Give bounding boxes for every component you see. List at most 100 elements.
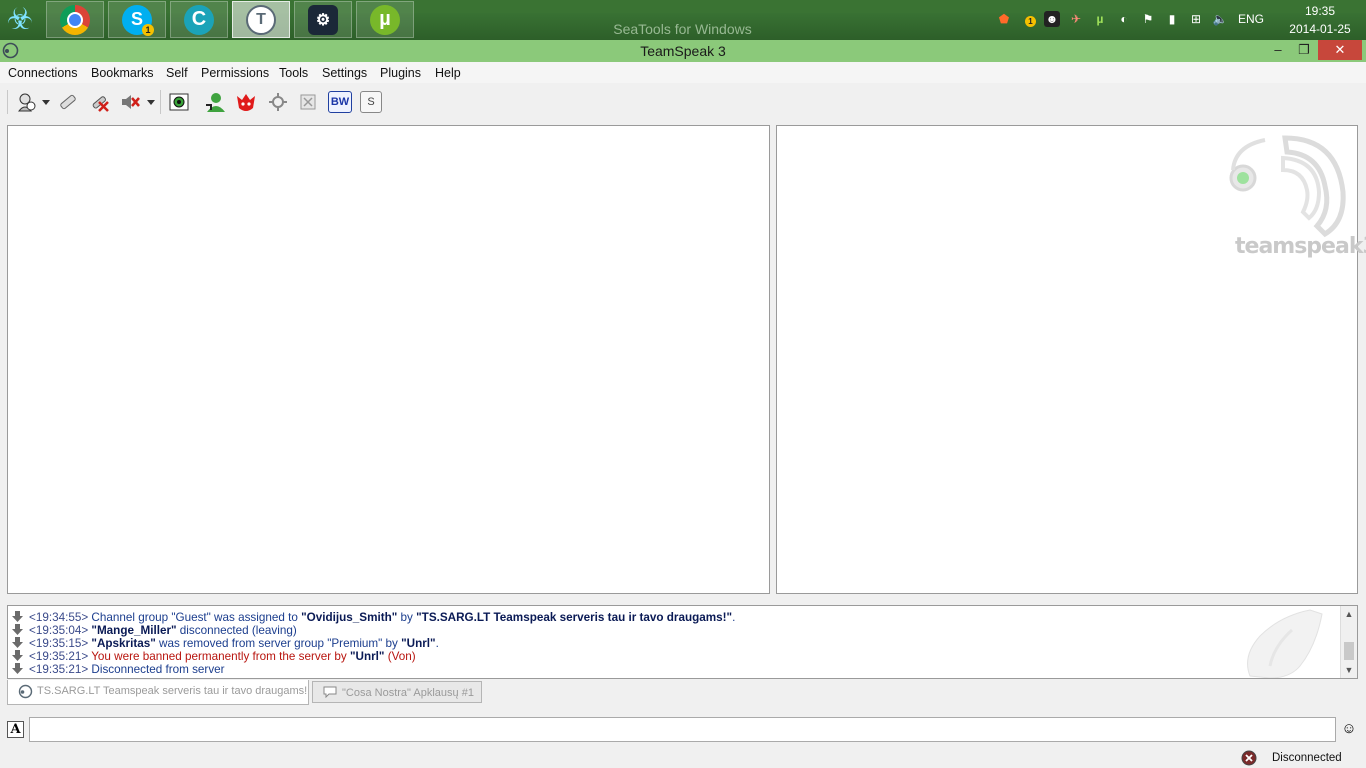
arrow-down-icon <box>12 650 23 661</box>
disconnect-icon[interactable] <box>56 90 80 114</box>
tray-notification-badge: 1 <box>1025 16 1036 27</box>
mute-dropdown-chevron-down-icon[interactable] <box>147 100 155 105</box>
log-message-text: (Von) <box>384 650 416 663</box>
tray-battery-icon[interactable]: ▮ <box>1164 11 1180 27</box>
menu-connections[interactable]: Connections <box>8 66 78 80</box>
minimize-button[interactable]: – <box>1266 40 1290 60</box>
tray-tool-icon[interactable]: ✈ <box>1068 11 1084 27</box>
bw-button[interactable]: BW <box>328 90 352 114</box>
log-entry: <19:34:55> Channel group "Guest" was ass… <box>12 611 735 624</box>
overlay-icon[interactable] <box>296 90 320 114</box>
teamspeak-icon: T <box>246 4 276 35</box>
plugin-icon[interactable] <box>266 90 290 114</box>
tray-language[interactable]: ENG <box>1238 12 1264 26</box>
disconnected-status-icon <box>1241 750 1257 766</box>
tab-server[interactable]: TS.SARG.LT Teamspeak serveris tau ir tav… <box>7 680 309 705</box>
menu-help[interactable]: Help <box>435 66 461 80</box>
menu-settings[interactable]: Settings <box>322 66 367 80</box>
menu-self[interactable]: Self <box>166 66 188 80</box>
log-user-name[interactable]: "Unrl" <box>350 650 384 663</box>
tray-volume-icon[interactable]: 🔈 <box>1212 11 1228 27</box>
away-icon[interactable] <box>167 90 191 114</box>
scroll-down-chevron-icon[interactable]: ▼ <box>1341 662 1357 678</box>
taskbar: SeaTools for Windows ☣ S 1 C T ⚙ µ ⬟ ● 1… <box>0 0 1366 40</box>
toolbar: BW S <box>0 84 1366 118</box>
taskbar-utorrent-button[interactable]: µ <box>356 1 414 38</box>
toolbar-separator <box>160 90 161 114</box>
connect-icon[interactable] <box>14 90 38 114</box>
chat-input[interactable] <box>29 717 1336 742</box>
menu-permissions[interactable]: Permissions <box>201 66 269 80</box>
connection-status: Disconnected <box>1272 752 1342 764</box>
taskbar-ccleaner-button[interactable]: C <box>170 1 228 38</box>
tray-utorrent-icon[interactable]: µ <box>1092 11 1108 27</box>
teamspeak-tab-icon <box>18 684 33 699</box>
mute-microphone-icon[interactable] <box>87 90 111 114</box>
taskbar-teamspeak-button[interactable]: T <box>232 1 290 38</box>
menu-tools[interactable]: Tools <box>279 66 308 80</box>
log-user-name[interactable]: "Apskritas" <box>91 637 155 650</box>
menu-bookmarks[interactable]: Bookmarks <box>91 66 154 80</box>
whisper-icon[interactable] <box>234 90 258 114</box>
utorrent-icon: µ <box>370 4 400 35</box>
connect-dropdown-chevron-down-icon[interactable] <box>42 100 50 105</box>
toolbar-grip <box>7 90 8 114</box>
log-message-text: was removed from server group "Premium" … <box>155 637 402 650</box>
log-message-text: . <box>732 611 736 624</box>
log-user-name[interactable]: "Unrl" <box>401 637 435 650</box>
start-biohazard-icon[interactable]: ☣ <box>4 4 36 36</box>
tray-flag-icon[interactable]: ⚑ <box>1140 11 1156 27</box>
contacts-icon[interactable] <box>203 90 227 114</box>
log-message-text: Disconnected from server <box>91 663 225 676</box>
log-timestamp: <19:34:55> <box>29 611 92 624</box>
tray-app-icon[interactable]: ☻ <box>1044 11 1060 27</box>
chat-log[interactable]: <19:34:55> Channel group "Guest" was ass… <box>7 605 1358 679</box>
close-button[interactable]: ✕ <box>1318 40 1362 60</box>
steam-icon: ⚙ <box>308 4 338 35</box>
tab-channel[interactable]: "Cosa Nostra" Apklausų #1 <box>312 681 482 703</box>
log-entry: <19:35:21> You were banned permanently f… <box>12 650 416 663</box>
tab-server-label: TS.SARG.LT Teamspeak serveris tau ir tav… <box>37 685 308 697</box>
info-panel[interactable]: teamspeak3 <box>776 125 1366 594</box>
log-user-name[interactable]: "Mange_Miller" <box>91 624 176 637</box>
mute-speakers-icon[interactable] <box>118 90 142 114</box>
scroll-up-chevron-icon[interactable]: ▲ <box>1341 606 1357 622</box>
taskbar-skype-button[interactable]: S 1 <box>108 1 166 38</box>
menu-plugins[interactable]: Plugins <box>380 66 421 80</box>
menu-bar: Connections Bookmarks Self Permissions T… <box>0 62 1366 83</box>
s-button[interactable]: S <box>359 90 383 114</box>
log-timestamp: <19:35:21> <box>29 650 92 663</box>
log-message-text: You were banned permanently from the ser… <box>91 650 350 663</box>
ccleaner-icon: C <box>184 4 214 35</box>
teamspeak-watermark-icon <box>1247 609 1323 678</box>
tray-teamspeak-icon[interactable]: ◐ <box>1116 11 1132 27</box>
bw-label: BW <box>328 91 352 113</box>
log-message-text: Channel group "Guest" was assigned to <box>91 611 302 624</box>
scroll-thumb[interactable] <box>1344 642 1354 660</box>
font-format-button[interactable]: A <box>7 721 24 738</box>
log-scrollbar[interactable]: ▲ ▼ <box>1340 606 1357 678</box>
arrow-down-icon <box>12 624 23 635</box>
log-user-name[interactable]: "TS.SARG.LT Teamspeak serveris tau ir ta… <box>416 611 732 624</box>
log-timestamp: <19:35:21> <box>29 663 92 676</box>
log-timestamp: <19:35:04> <box>29 624 92 637</box>
background-window-title: SeaTools for Windows <box>613 21 752 37</box>
clock-date[interactable]: 2014-01-25 <box>1280 22 1360 36</box>
teamspeak-logo-text: teamspeak3 <box>1235 234 1366 259</box>
log-entry: <19:35:04> "Mange_Miller" disconnected (… <box>12 624 297 637</box>
taskbar-steam-button[interactable]: ⚙ <box>294 1 352 38</box>
emoji-icon[interactable]: ☺ <box>1341 721 1357 737</box>
log-user-name[interactable]: "Ovidijus_Smith" <box>301 611 397 624</box>
taskbar-chrome-button[interactable] <box>46 1 104 38</box>
clock-time[interactable]: 19:35 <box>1290 4 1350 18</box>
arrow-down-icon <box>12 663 23 674</box>
server-tree-panel[interactable] <box>7 125 770 594</box>
arrow-down-icon <box>12 611 23 622</box>
maximize-button[interactable]: ❐ <box>1292 40 1316 60</box>
chrome-icon <box>60 4 90 35</box>
s-label: S <box>360 91 382 113</box>
log-message-text: by <box>397 611 417 624</box>
tray-shield-icon[interactable]: ⬟ <box>996 11 1012 27</box>
tray-network-icon[interactable]: ⊞ <box>1188 11 1204 27</box>
speech-bubble-icon <box>323 686 337 698</box>
